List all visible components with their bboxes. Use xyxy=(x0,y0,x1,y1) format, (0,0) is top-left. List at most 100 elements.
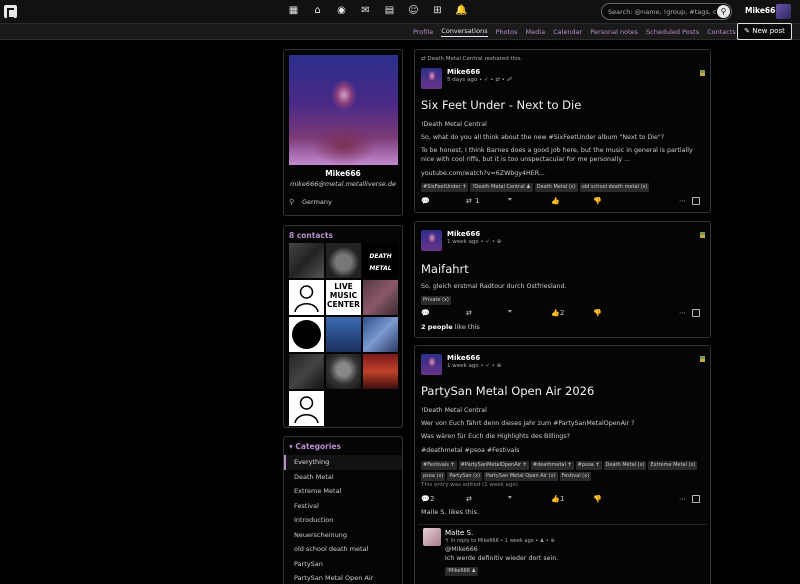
quote-icon[interactable]: ❞ xyxy=(508,197,512,205)
tag[interactable]: Festival (x) xyxy=(559,472,592,481)
tag[interactable]: PartySan (x) xyxy=(447,472,483,481)
new-post-button[interactable]: ✎ New post xyxy=(737,23,792,40)
like-icon[interactable]: 👍 xyxy=(551,309,560,317)
comment-meta[interactable]: ↰ In reply to Mike666 • 1 week ago • ♟ •… xyxy=(445,538,555,544)
contact-avatar-placeholder[interactable] xyxy=(289,391,324,426)
tag[interactable]: !Death Metal Central ♟ xyxy=(470,183,533,192)
community-icon[interactable]: ⊞ xyxy=(431,4,444,18)
contact-avatar[interactable]: LIVE MUSIC CENTER xyxy=(326,280,361,315)
tag[interactable]: #psoa ✝ xyxy=(575,461,602,470)
post-meta[interactable]: 1 week ago • ✓ • ⊕ xyxy=(447,239,501,245)
tab-contacts[interactable]: Contacts xyxy=(707,28,736,36)
post-author[interactable]: Mike666 xyxy=(447,354,480,362)
reshare-icon[interactable]: ⇄ xyxy=(466,197,472,205)
author-avatar[interactable] xyxy=(421,230,442,251)
tag[interactable]: #PartySanMetalOpenAir ✝ xyxy=(458,461,529,470)
comment-mention[interactable]: @Mike666 xyxy=(445,545,699,554)
more-icon[interactable]: ⋯ xyxy=(679,309,686,317)
category-item[interactable]: Everything xyxy=(284,455,402,470)
network-icon[interactable]: ◉ xyxy=(335,4,348,18)
author-avatar[interactable] xyxy=(421,354,442,375)
home-icon[interactable]: ⌂ xyxy=(311,4,324,18)
contact-avatar[interactable] xyxy=(363,280,398,315)
quote-icon[interactable]: ❞ xyxy=(508,309,512,317)
contacts-icon[interactable]: ☺ xyxy=(407,4,420,18)
tag[interactable]: Death Metal (x) xyxy=(603,461,647,470)
tab-media[interactable]: Media xyxy=(526,28,546,36)
dislike-icon[interactable]: 👎 xyxy=(593,197,602,205)
contact-avatar-placeholder[interactable] xyxy=(289,280,324,315)
more-icon[interactable]: ⋯ xyxy=(679,495,686,503)
apps-icon[interactable]: ▦ xyxy=(287,4,300,18)
tag[interactable]: Extreme Metal (x) xyxy=(648,461,698,470)
comment-icon[interactable]: 💬 xyxy=(421,309,430,317)
category-item[interactable]: Festival xyxy=(284,499,402,514)
category-item[interactable]: Death Metal xyxy=(284,470,402,485)
contact-avatar[interactable] xyxy=(289,354,324,389)
post-link[interactable]: youtube.com/watch?v=6ZWbgy4HER... xyxy=(421,169,702,178)
category-item[interactable]: PartySan Metal Open Air xyxy=(284,571,402,584)
more-icon[interactable]: ⋯ xyxy=(679,197,686,205)
contact-avatar[interactable] xyxy=(326,243,361,278)
profile-name[interactable]: Mike666 xyxy=(284,169,402,178)
contact-avatar[interactable] xyxy=(289,317,324,352)
tab-conversations[interactable]: Conversations xyxy=(441,27,488,37)
post-author[interactable]: Mike666 xyxy=(447,68,480,76)
tag[interactable]: !Mike666 ♟ xyxy=(445,567,479,576)
tag[interactable]: Death Metal (x) xyxy=(534,183,578,192)
tab-profile[interactable]: Profile xyxy=(413,28,433,36)
contact-avatar[interactable] xyxy=(363,354,398,389)
likes-people[interactable]: 2 people xyxy=(421,323,453,331)
tag[interactable]: psoa (x) xyxy=(421,472,446,481)
tag[interactable]: Private (x) xyxy=(421,296,451,305)
comment-author[interactable]: Malte S. xyxy=(445,529,473,537)
likes-summary[interactable]: Maile S. likes this. xyxy=(421,508,479,516)
dislike-icon[interactable]: 👎 xyxy=(593,309,602,317)
profile-photo[interactable] xyxy=(289,55,398,165)
post-meta[interactable]: 1 week ago • ✓ • ⊕ xyxy=(447,363,501,369)
select-checkbox[interactable] xyxy=(692,495,700,503)
category-item[interactable]: Neuerscheinung xyxy=(284,528,402,543)
user-avatar[interactable] xyxy=(776,4,791,19)
contact-avatar[interactable]: DEATH METAL xyxy=(363,243,398,278)
comment-icon[interactable]: 💬 xyxy=(421,495,430,503)
contact-avatar[interactable] xyxy=(326,317,361,352)
post-author[interactable]: Mike666 xyxy=(447,230,480,238)
tag[interactable]: old school death metal (x) xyxy=(579,183,650,192)
calendar-icon[interactable]: ▤ xyxy=(383,4,396,18)
post-meta[interactable]: 5 days ago • ✓ • ⇄ • ☍ xyxy=(447,77,512,83)
tab-scheduled-posts[interactable]: Scheduled Posts xyxy=(646,28,699,36)
friendica-logo-icon[interactable] xyxy=(4,5,17,19)
tag[interactable]: PartySan Metal Open Air (x) xyxy=(484,472,558,481)
tab-personal-notes[interactable]: Personal notes xyxy=(590,28,638,36)
tag[interactable]: #deathmetal ✝ xyxy=(530,461,574,470)
bell-icon[interactable]: 🔔 xyxy=(455,4,468,18)
tag[interactable]: #Festivals ✝ xyxy=(421,461,457,470)
mail-icon[interactable]: ✉ xyxy=(359,4,372,18)
commenter-avatar[interactable] xyxy=(423,528,441,546)
tab-photos[interactable]: Photos xyxy=(496,28,518,36)
select-checkbox[interactable] xyxy=(692,197,700,205)
like-icon[interactable]: 👍 xyxy=(551,197,560,205)
profile-email[interactable]: mike666@metal.metalliverse.de xyxy=(284,180,402,188)
search-icon[interactable]: ⚲ xyxy=(717,5,730,18)
category-item[interactable]: Extreme Metal xyxy=(284,484,402,499)
dislike-icon[interactable]: 👎 xyxy=(593,495,602,503)
contact-avatar[interactable] xyxy=(326,354,361,389)
select-checkbox[interactable] xyxy=(692,309,700,317)
tag[interactable]: #SixFeetUnder ✝ xyxy=(421,183,469,192)
category-item[interactable]: old school death metal xyxy=(284,542,402,557)
quote-icon[interactable]: ❞ xyxy=(508,495,512,503)
contacts-title[interactable]: 8 contacts xyxy=(289,231,333,240)
categories-title[interactable]: ▾ Categories xyxy=(289,442,341,451)
comment-icon[interactable]: 💬 xyxy=(421,197,430,205)
reshare-icon[interactable]: ⇄ xyxy=(466,309,472,317)
reshare-icon[interactable]: ⇄ xyxy=(466,495,472,503)
contact-avatar[interactable] xyxy=(289,243,324,278)
category-item[interactable]: Introduction xyxy=(284,513,402,528)
search-input[interactable] xyxy=(608,6,716,18)
like-icon[interactable]: 👍 xyxy=(551,495,560,503)
tab-calendar[interactable]: Calendar xyxy=(553,28,582,36)
category-item[interactable]: PartySan xyxy=(284,557,402,572)
author-avatar[interactable] xyxy=(421,68,442,89)
